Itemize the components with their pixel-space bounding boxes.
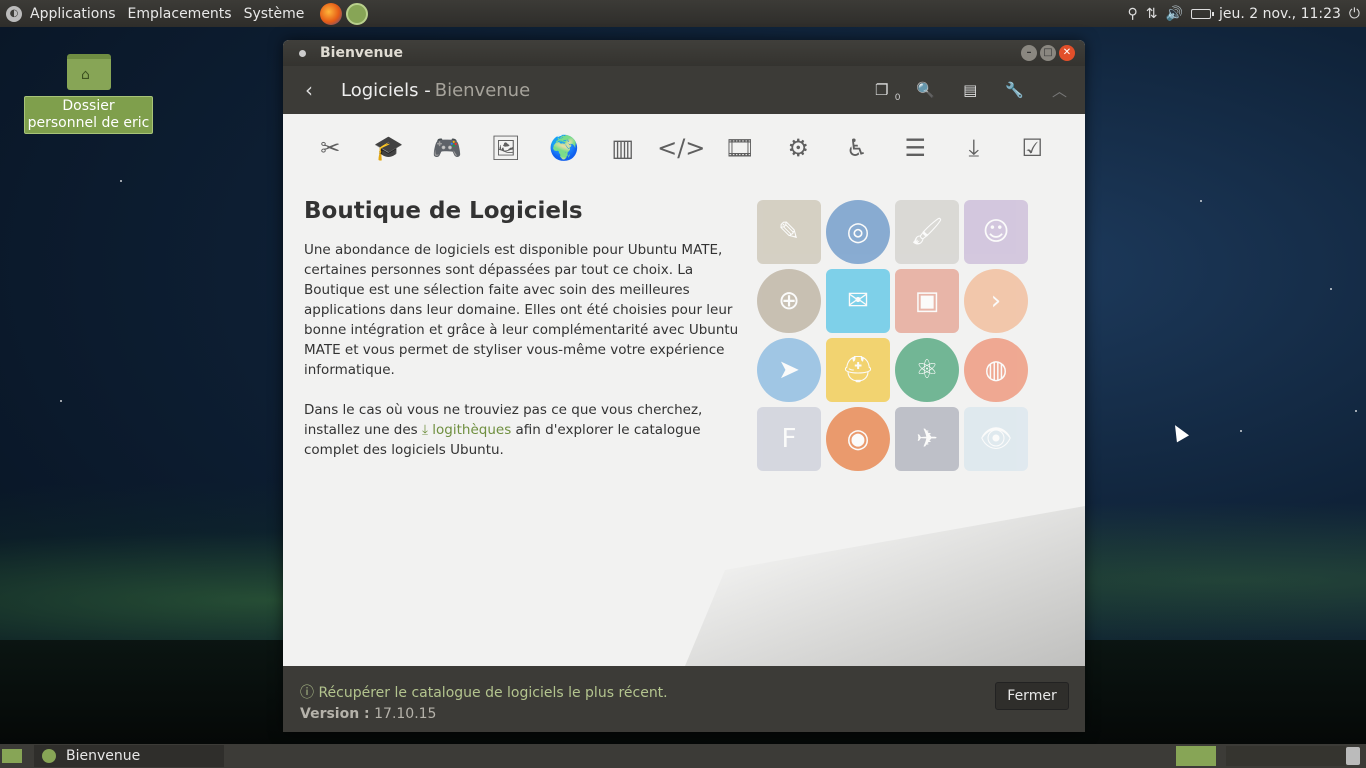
telegram-app-icon: ➤ bbox=[757, 338, 821, 402]
chevron-up-icon[interactable]: ︿ bbox=[1052, 80, 1067, 101]
welcome-launcher-icon[interactable] bbox=[346, 2, 369, 25]
download-icon[interactable]: ⤓ bbox=[945, 134, 1004, 162]
window-menu-icon[interactable] bbox=[299, 49, 306, 57]
spaceship-app-icon: ✈ bbox=[895, 407, 959, 471]
queue-count: 0 bbox=[894, 93, 901, 103]
maximize-button[interactable]: □ bbox=[1040, 45, 1056, 61]
code-icon[interactable]: </> bbox=[652, 134, 711, 162]
house-icon: ⌂ bbox=[81, 67, 90, 83]
mouse-cursor bbox=[1168, 421, 1190, 443]
page-title: Logiciels - bbox=[341, 79, 431, 101]
star bbox=[1330, 288, 1332, 290]
header-bar: ‹ Logiciels - Bienvenue ❐ 0 🔍 ▤ 🔧 ︿ bbox=[283, 66, 1085, 114]
store-paragraph-1: Une abondance de logiciels est disponibl… bbox=[304, 242, 739, 378]
header-tools: ❐ 0 🔍 ▤ 🔧 ︿ bbox=[875, 66, 1067, 114]
system-tray: ⚲ ⇅ 🔊 jeu. 2 nov., 11:23 ⏻ bbox=[1128, 0, 1366, 27]
firefox-app-icon: ◉ bbox=[826, 407, 890, 471]
version-info: Version : 17.10.15 bbox=[300, 706, 437, 722]
star bbox=[60, 400, 62, 402]
wrench-icon[interactable]: 🔧 bbox=[1005, 81, 1024, 99]
star bbox=[1355, 410, 1357, 412]
welcome-window: Bienvenue – □ ✕ ‹ Logiciels - Bienvenue … bbox=[283, 40, 1085, 732]
accessibility-icon[interactable]: ♿ bbox=[828, 134, 887, 162]
queue-button[interactable]: ❐ 0 bbox=[875, 81, 900, 103]
app-icon-grid: ✎ ◎ 🖌 ☺ ⊕ ✉ ▣ › ➤ ⛑ ⚛ ◍ F ◉ ✈ 👁 bbox=[757, 200, 1028, 471]
mail-app-icon: ✉ bbox=[826, 269, 890, 333]
minimize-button[interactable]: – bbox=[1021, 45, 1037, 61]
news-icon[interactable]: ▤ bbox=[963, 81, 977, 99]
refresh-catalogue-link[interactable]: ⓘ Récupérer le catalogue de logiciels le… bbox=[300, 682, 668, 702]
welcome-task-icon bbox=[42, 749, 56, 763]
software-sources-link[interactable]: ⤓ logithèques bbox=[422, 422, 511, 438]
page-subtitle: Bienvenue bbox=[434, 79, 531, 101]
document-app-icon: ✎ bbox=[757, 200, 821, 264]
terminal-app-icon: › bbox=[964, 269, 1028, 333]
close-window-button[interactable]: ✕ bbox=[1059, 45, 1075, 61]
font-app-icon: F bbox=[757, 407, 821, 471]
server-icon[interactable]: ☰ bbox=[886, 134, 945, 162]
scissors-icon[interactable]: ✂ bbox=[301, 134, 360, 162]
store-content: ✂ 🎓 🎮 🖼 🌍 ▥ </> 🎞 ⚙ ♿ ☰ ⤓ ☑ Boutique de … bbox=[283, 114, 1085, 666]
paint-brush-app-icon: 🖌 bbox=[895, 200, 959, 264]
ubuntu-app-icon: ◍ bbox=[964, 338, 1028, 402]
webcam-app-icon: ☺ bbox=[964, 200, 1028, 264]
category-bar: ✂ 🎓 🎮 🖼 🌍 ▥ </> 🎞 ⚙ ♿ ☰ ⤓ ☑ bbox=[283, 114, 1085, 182]
desktop-icon-label: Dossier personnel de eric bbox=[24, 96, 153, 134]
menu-places[interactable]: Emplacements bbox=[128, 6, 232, 22]
workspace-1[interactable] bbox=[1176, 746, 1216, 766]
chart-icon[interactable]: ▥ bbox=[594, 134, 653, 162]
bottom-panel: Bienvenue bbox=[0, 744, 1366, 768]
power-icon[interactable]: ⏻ bbox=[1349, 6, 1360, 22]
film-icon[interactable]: 🎞 bbox=[711, 134, 770, 162]
volume-icon[interactable]: 🔊 bbox=[1166, 6, 1183, 22]
chameleon-app-icon: ◎ bbox=[826, 200, 890, 264]
close-button[interactable]: Fermer bbox=[995, 682, 1069, 710]
atom-app-icon: ⚛ bbox=[895, 338, 959, 402]
workspace-switcher[interactable] bbox=[1226, 746, 1346, 766]
firefox-launcher-icon[interactable] bbox=[320, 2, 343, 25]
store-description: Boutique de Logiciels Une abondance de l… bbox=[304, 198, 752, 480]
trash-icon[interactable] bbox=[1346, 747, 1360, 765]
battery-icon[interactable] bbox=[1190, 8, 1214, 19]
clock[interactable]: jeu. 2 nov., 11:23 bbox=[1219, 6, 1341, 22]
crosshair-app-icon: ⊕ bbox=[757, 269, 821, 333]
star bbox=[1200, 200, 1202, 202]
gear-icon[interactable]: ⚙ bbox=[769, 134, 828, 162]
folder-icon: ⌂ bbox=[67, 54, 111, 90]
star bbox=[1240, 430, 1242, 432]
info-icon: ⓘ bbox=[300, 685, 314, 701]
window-title: Bienvenue bbox=[320, 45, 403, 61]
show-desktop-button[interactable] bbox=[2, 749, 22, 763]
top-panel: ◐ Applications Emplacements Système ⚲ ⇅ … bbox=[0, 0, 1366, 27]
home-folder-desktop-icon[interactable]: ⌂ Dossier personnel de eric bbox=[24, 54, 154, 134]
checkbox-icon[interactable]: ☑ bbox=[1003, 134, 1062, 162]
photo-app-icon: ▣ bbox=[895, 269, 959, 333]
store-title: Boutique de Logiciels bbox=[304, 198, 583, 224]
mate-menu-icon[interactable]: ◐ bbox=[6, 5, 22, 22]
star bbox=[120, 180, 122, 182]
transfer-icon[interactable]: ⇅ bbox=[1146, 6, 1158, 22]
globe-icon[interactable]: 🌍 bbox=[535, 134, 594, 162]
eye-app-icon: 👁 bbox=[964, 407, 1028, 471]
graduation-cap-icon[interactable]: 🎓 bbox=[360, 134, 419, 162]
menu-system[interactable]: Système bbox=[244, 6, 305, 22]
helmet-app-icon: ⛑ bbox=[826, 338, 890, 402]
search-icon[interactable]: 🔍 bbox=[916, 81, 935, 99]
menu-applications[interactable]: Applications bbox=[30, 6, 116, 22]
download-small-icon: ⤓ bbox=[422, 422, 428, 438]
back-button[interactable]: ‹ bbox=[305, 78, 321, 102]
window-controls: – □ ✕ bbox=[1021, 45, 1075, 61]
window-titlebar[interactable]: Bienvenue – □ ✕ bbox=[283, 40, 1085, 66]
network-icon[interactable]: ⚲ bbox=[1128, 6, 1138, 22]
taskbar-item-welcome[interactable]: Bienvenue bbox=[34, 745, 224, 767]
store-paragraph-2: Dans le cas où vous ne trouviez pas ce q… bbox=[304, 402, 703, 458]
image-icon[interactable]: 🖼 bbox=[477, 134, 536, 162]
gamepad-icon[interactable]: 🎮 bbox=[418, 134, 477, 162]
decorative-background bbox=[685, 506, 1085, 666]
window-footer: ⓘ Récupérer le catalogue de logiciels le… bbox=[283, 666, 1085, 732]
